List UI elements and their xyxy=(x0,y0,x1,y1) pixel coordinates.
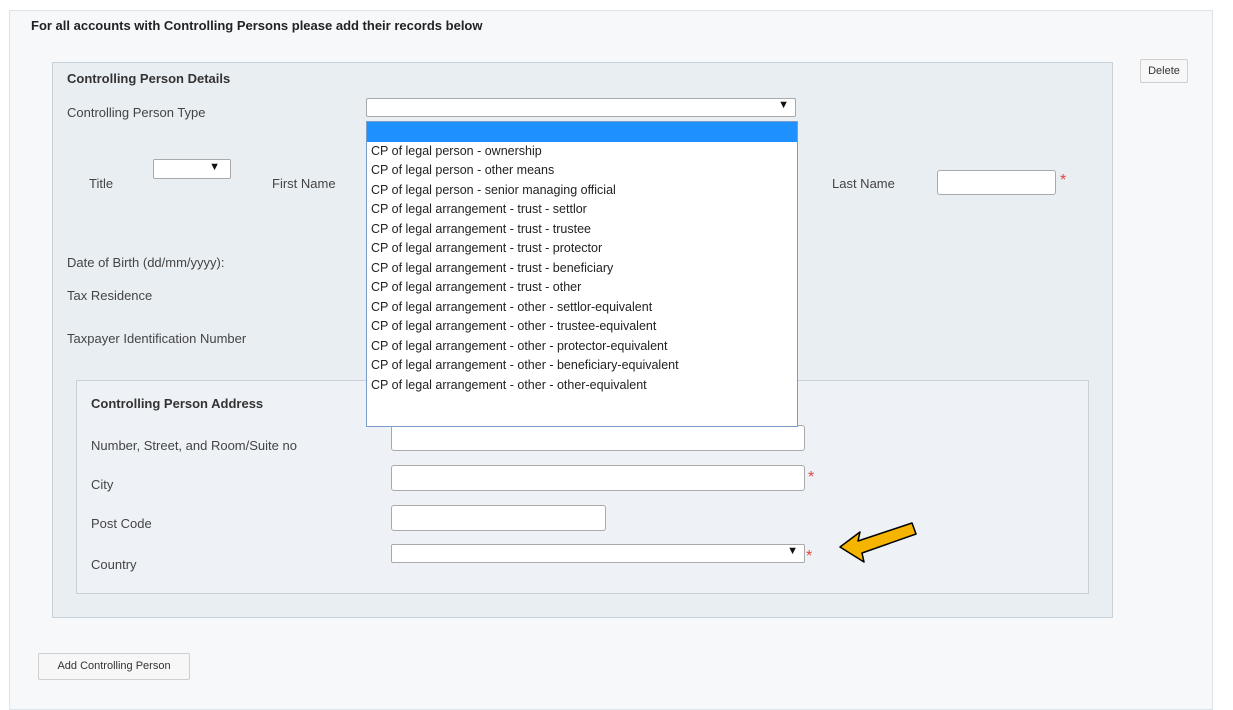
postcode-input[interactable] xyxy=(391,505,606,531)
dropdown-option[interactable]: CP of legal arrangement - other - settlo… xyxy=(367,298,797,318)
dropdown-option[interactable] xyxy=(367,122,797,142)
dropdown-option[interactable]: CP of legal arrangement - other - benefi… xyxy=(367,356,797,376)
tax-residence-label: Tax Residence xyxy=(67,288,153,303)
dropdown-option[interactable]: CP of legal arrangement - trust - truste… xyxy=(367,220,797,240)
dropdown-option[interactable]: CP of legal person - ownership xyxy=(367,142,797,162)
dropdown-option[interactable]: CP of legal arrangement - trust - other xyxy=(367,278,797,298)
dropdown-option[interactable]: CP of legal arrangement - other - protec… xyxy=(367,337,797,357)
title-select[interactable]: ▼ xyxy=(153,159,231,179)
chevron-down-icon: ▼ xyxy=(787,545,798,557)
dropdown-option[interactable]: CP of legal arrangement - trust - benefi… xyxy=(367,259,797,279)
dropdown-option[interactable]: CP of legal person - senior managing off… xyxy=(367,181,797,201)
city-label: City xyxy=(91,477,114,492)
first-name-label: First Name xyxy=(272,176,336,191)
dropdown-option[interactable]: CP of legal arrangement - other - other-… xyxy=(367,376,797,396)
postcode-label: Post Code xyxy=(91,516,152,531)
page-heading: For all accounts with Controlling Person… xyxy=(31,18,483,33)
last-name-input[interactable] xyxy=(937,170,1056,195)
chevron-down-icon: ▼ xyxy=(778,99,789,111)
city-required-mark: * xyxy=(808,469,815,486)
dropdown-option[interactable]: CP of legal arrangement - other - truste… xyxy=(367,317,797,337)
street-input[interactable] xyxy=(391,425,805,451)
tin-label: Taxpayer Identification Number xyxy=(67,331,247,346)
person-type-select[interactable]: ▼ xyxy=(366,98,796,117)
add-controlling-person-button[interactable]: Add Controlling Person xyxy=(38,653,190,680)
country-select[interactable]: ▼ xyxy=(391,544,805,563)
last-name-required-mark: * xyxy=(1060,172,1067,189)
dob-label: Date of Birth (dd/mm/yyyy): xyxy=(67,255,225,270)
chevron-down-icon: ▼ xyxy=(209,161,220,173)
person-type-dropdown-list[interactable]: CP of legal person - ownership CP of lega… xyxy=(366,121,798,427)
address-section-title: Controlling Person Address xyxy=(91,396,264,411)
details-section-title: Controlling Person Details xyxy=(67,71,231,86)
title-label: Title xyxy=(89,176,114,191)
city-input[interactable] xyxy=(391,465,805,491)
country-label: Country xyxy=(91,557,137,572)
dropdown-option[interactable]: CP of legal arrangement - trust - protec… xyxy=(367,239,797,259)
dropdown-option[interactable]: CP of legal person - other means xyxy=(367,161,797,181)
country-required-mark: * xyxy=(806,548,813,565)
arrow-left-icon xyxy=(838,520,918,569)
dropdown-option[interactable]: CP of legal arrangement - trust - settlo… xyxy=(367,200,797,220)
delete-button[interactable]: Delete xyxy=(1140,59,1188,83)
street-label: Number, Street, and Room/Suite no xyxy=(91,438,297,453)
last-name-label: Last Name xyxy=(832,176,895,191)
person-type-label: Controlling Person Type xyxy=(67,105,206,120)
